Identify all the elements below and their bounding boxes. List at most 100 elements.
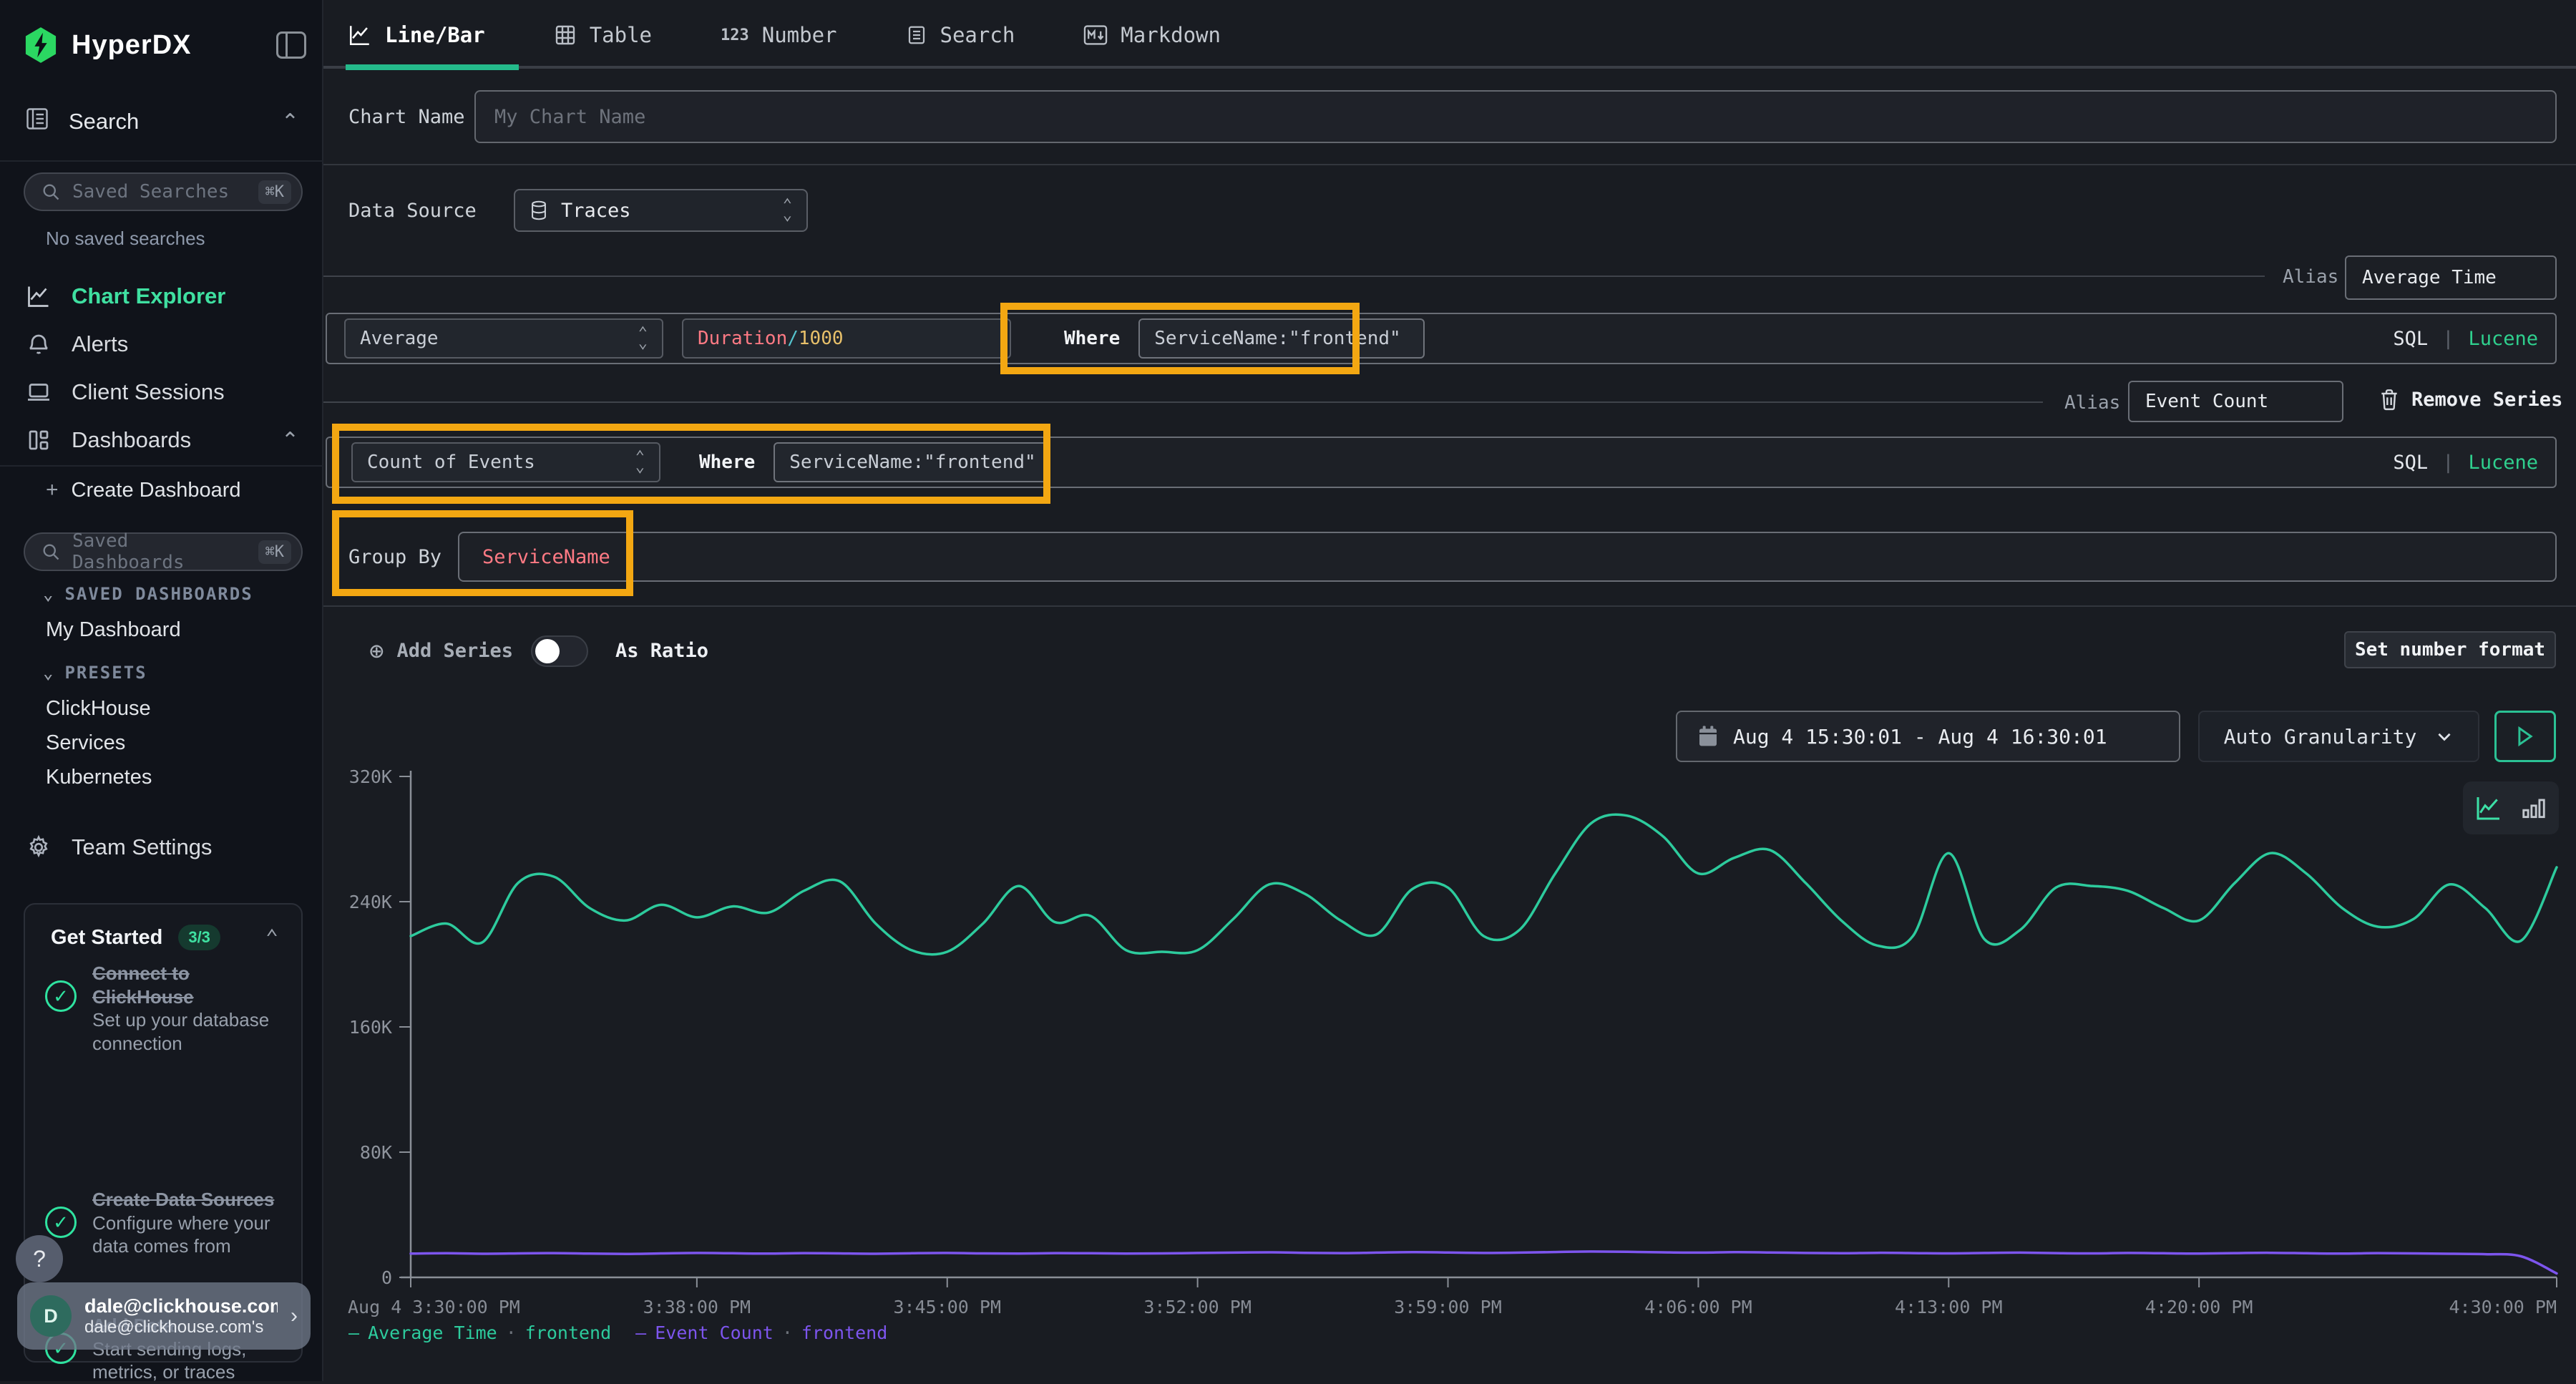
sql-option[interactable]: SQL	[2393, 328, 2428, 350]
sidebar-item-my-dashboard[interactable]: My Dashboard	[46, 618, 181, 642]
separator: |	[2442, 452, 2454, 474]
user-profile-chip[interactable]: D dale@clickhouse.com dale@clickhouse.co…	[17, 1282, 311, 1350]
remove-series-label: Remove Series	[2411, 389, 2562, 411]
search-icon	[41, 182, 61, 202]
legend-group: frontend	[801, 1322, 887, 1343]
legend-label: Average Time	[368, 1322, 497, 1343]
legend-dash-icon: —	[348, 1322, 359, 1343]
select-chevrons-icon: ⌃⌄	[635, 452, 645, 472]
saved-searches-input[interactable]: Saved Searches ⌘K	[24, 172, 303, 211]
markdown-icon	[1083, 24, 1108, 46]
saved-searches-placeholder: Saved Searches	[72, 181, 247, 203]
lucene-option[interactable]: Lucene	[2468, 328, 2538, 350]
select-chevrons-icon: ⌃⌄	[783, 200, 792, 220]
legend-item-average-time[interactable]: — Average Time · frontend	[348, 1322, 611, 1343]
data-source-value: Traces	[561, 200, 631, 222]
date-range-picker[interactable]: Aug 4 15:30:01 - Aug 4 16:30:01	[1676, 711, 2180, 762]
add-series-button[interactable]: ⊕ Add Series	[369, 640, 513, 662]
sidebar-item-label: Alerts	[72, 331, 128, 357]
sidebar-section-search[interactable]: Search ⌃	[24, 106, 299, 137]
sidebar-item-client-sessions[interactable]: Client Sessions	[24, 379, 225, 405]
tab-line-bar[interactable]: Line/Bar	[348, 23, 485, 47]
series-row-2: Count of Events ⌃⌄ Where ServiceName:"fr…	[326, 437, 2557, 488]
get-started-item[interactable]: ✓ Connect to ClickHouse Set up your data…	[45, 962, 284, 1055]
line-chart-icon	[348, 23, 372, 47]
bar-chart-toggle-icon[interactable]	[2520, 794, 2547, 822]
hyperdx-logo-icon	[24, 27, 57, 63]
alias-input-1[interactable]: Average Time	[2345, 255, 2557, 300]
run-query-button[interactable]	[2494, 711, 2556, 762]
app-title: HyperDX	[72, 30, 192, 61]
chevron-up-icon[interactable]: ⌃	[265, 925, 278, 950]
search-panel-icon	[24, 106, 50, 137]
field-input-1[interactable]: Duration/1000	[682, 318, 1011, 359]
group-by-value: ServiceName	[459, 546, 610, 568]
chevron-up-icon[interactable]: ⌃	[281, 428, 299, 453]
play-icon	[2516, 726, 2534, 747]
where-input-2[interactable]: ServiceName:"frontend"	[774, 442, 1050, 482]
tab-table[interactable]: Table	[554, 23, 652, 47]
set-number-format-button[interactable]: Set number format	[2344, 631, 2556, 668]
task-desc: Configure where your data comes from	[92, 1212, 270, 1257]
tab-search[interactable]: Search	[906, 23, 1015, 47]
presets-section-header[interactable]: ⌄ PRESETS	[43, 663, 147, 683]
data-source-select[interactable]: Traces ⌃⌄	[514, 189, 808, 232]
create-dashboard-label: Create Dashboard	[72, 479, 241, 502]
saved-dashboards-input[interactable]: Saved Dashboards ⌘K	[24, 532, 303, 571]
where-value: ServiceName:"frontend"	[1154, 328, 1400, 349]
saved-dashboards-section-header[interactable]: ⌄ SAVED DASHBOARDS	[43, 584, 253, 604]
granularity-value: Auto Granularity	[2224, 725, 2417, 749]
where-label: Where	[1064, 328, 1120, 349]
chart-display-toggle	[2463, 781, 2559, 834]
granularity-select[interactable]: Auto Granularity	[2198, 711, 2479, 762]
sidebar-item-chart-explorer[interactable]: Chart Explorer	[24, 283, 225, 309]
tab-number[interactable]: 123 Number	[721, 23, 837, 47]
database-icon	[530, 200, 548, 220]
dashboards-icon	[24, 427, 53, 453]
chart-name-input[interactable]	[476, 106, 2555, 128]
create-dashboard-button[interactable]: + Create Dashboard	[46, 478, 241, 502]
check-circle-icon: ✓	[45, 1207, 77, 1238]
as-ratio-toggle[interactable]	[531, 635, 588, 667]
search-list-icon	[906, 24, 927, 46]
where-input-1[interactable]: ServiceName:"frontend"	[1138, 318, 1425, 359]
alias-input-2[interactable]: Event Count	[2128, 381, 2343, 422]
sql-option[interactable]: SQL	[2393, 452, 2428, 474]
sidebar-item-kubernetes[interactable]: Kubernetes	[46, 766, 152, 789]
sidebar-collapse-icon[interactable]	[276, 31, 306, 59]
laptop-icon	[24, 379, 53, 405]
plus-icon: +	[46, 478, 59, 502]
sidebar-item-dashboards[interactable]: Dashboards ⌃	[24, 427, 299, 453]
aggregation-select-2[interactable]: Count of Events ⌃⌄	[351, 442, 660, 482]
tab-markdown[interactable]: Markdown	[1083, 23, 1221, 47]
app-logo[interactable]: HyperDX	[24, 27, 192, 63]
sidebar-item-team-settings[interactable]: Team Settings	[24, 834, 212, 860]
aggregation-select-1[interactable]: Average ⌃⌄	[344, 318, 663, 359]
language-switch-2: SQL | Lucene	[2393, 452, 2538, 474]
toggle-knob	[535, 639, 560, 663]
chevron-up-icon[interactable]: ⌃	[281, 109, 299, 135]
aggregation-value: Average	[360, 328, 439, 349]
chart-line-icon	[24, 283, 53, 309]
alias-value: Average Time	[2362, 267, 2497, 288]
chart-name-field[interactable]	[474, 90, 2557, 143]
field-token: Duration	[698, 328, 787, 349]
group-by-field[interactable]: ServiceName	[458, 532, 2557, 582]
saved-dashboards-placeholder: Saved Dashboards	[72, 530, 247, 573]
get-started-badge: 3/3	[178, 925, 220, 950]
legend-item-event-count[interactable]: — Event Count · frontend	[635, 1322, 887, 1343]
remove-series-button[interactable]: Remove Series	[2379, 388, 2562, 411]
tab-label: Markdown	[1121, 23, 1221, 47]
check-circle-icon: ✓	[45, 980, 77, 1012]
line-chart-toggle-icon[interactable]	[2474, 794, 2503, 822]
divider	[323, 276, 2265, 277]
help-button[interactable]: ?	[16, 1235, 63, 1282]
sidebar: HyperDX Search ⌃ Saved Searches ⌘K No sa…	[0, 0, 323, 1381]
sidebar-item-services[interactable]: Services	[46, 731, 125, 755]
sidebar-item-alerts[interactable]: Alerts	[24, 331, 128, 357]
get-started-item[interactable]: ✓ Create Data Sources Configure where yo…	[45, 1188, 284, 1258]
section-label: SAVED DASHBOARDS	[64, 584, 253, 604]
divider	[0, 465, 323, 467]
sidebar-item-clickhouse[interactable]: ClickHouse	[46, 697, 151, 721]
lucene-option[interactable]: Lucene	[2468, 452, 2538, 474]
